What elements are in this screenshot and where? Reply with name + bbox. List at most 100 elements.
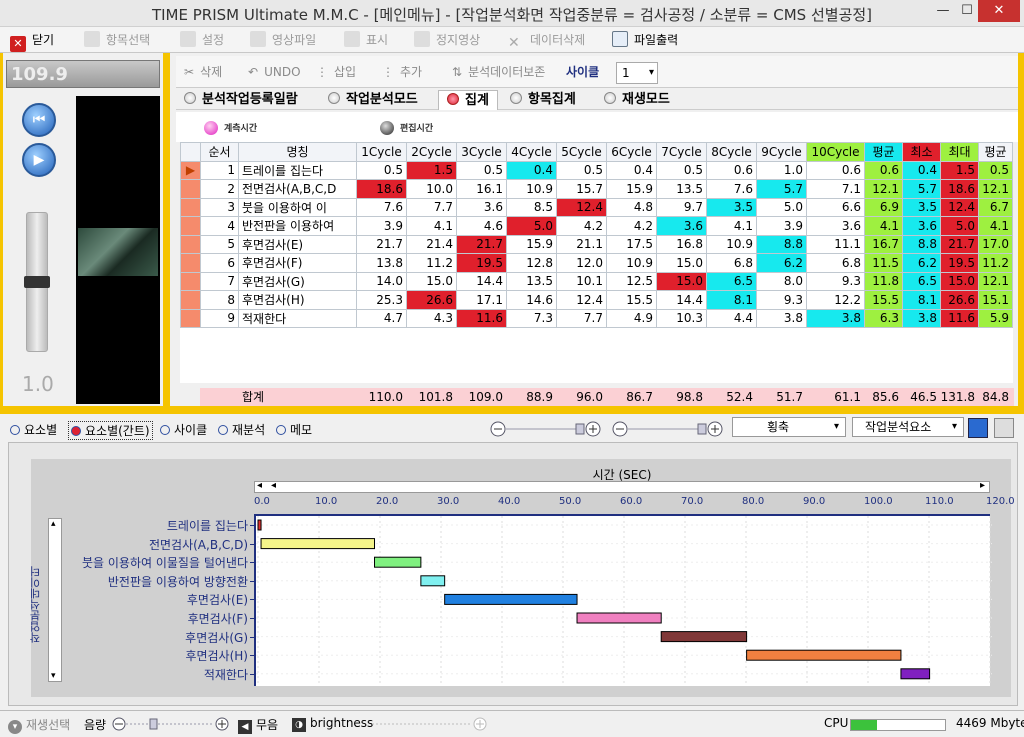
table-cell[interactable]: 8.8 (902, 234, 941, 254)
add-button[interactable]: ⋮ 추가 (382, 62, 422, 82)
table-cell[interactable]: 8.1 (706, 290, 757, 310)
table-cell[interactable]: 6.8 (806, 253, 865, 273)
table-cell[interactable]: 4.3 (406, 308, 457, 328)
table-cell[interactable]: 9.3 (806, 271, 865, 291)
tab-item-summary[interactable]: 항목집계 (510, 90, 576, 110)
table-cell[interactable]: 7.3 (506, 308, 557, 328)
tab-by-element-gantt[interactable]: 요소별(간트) (68, 421, 153, 440)
table-row[interactable]: 5 후면검사(E) 21.7 21.4 21.7 15.9 21.1 17.5 16.8 10.9… (180, 234, 1013, 254)
display-button[interactable]: 표시 (344, 30, 388, 50)
column-header[interactable]: 3Cycle (456, 142, 507, 162)
table-cell[interactable]: 19.5 (456, 253, 507, 273)
table-cell[interactable]: 19.5 (940, 253, 979, 273)
column-header[interactable]: 평균 (978, 142, 1013, 162)
layout-toggle-a[interactable] (968, 418, 988, 438)
table-cell[interactable]: 18.6 (356, 179, 407, 199)
table-cell[interactable]: 25.3 (356, 290, 407, 310)
row-marker[interactable] (180, 253, 201, 273)
table-cell[interactable]: 4.1 (406, 216, 457, 236)
column-header[interactable]: 7Cycle (656, 142, 707, 162)
play-button[interactable]: ▶ (22, 143, 56, 177)
table-cell[interactable]: 15.9 (506, 234, 557, 254)
table-cell[interactable]: 12.1 (978, 179, 1013, 199)
table-cell[interactable]: 7.6 (706, 179, 757, 199)
row-name[interactable]: 후면검사(H) (238, 290, 357, 310)
table-cell[interactable]: 14.0 (356, 271, 407, 291)
table-cell[interactable]: 5.7 (902, 179, 941, 199)
table-cell[interactable]: 3.9 (356, 216, 407, 236)
column-header[interactable]: 평균 (864, 142, 903, 162)
table-cell[interactable]: 11.6 (940, 308, 979, 328)
mute-toggle[interactable]: ◀ 무음 (238, 716, 278, 734)
table-cell[interactable]: 6.8 (706, 253, 757, 273)
tab-analysis-mode[interactable]: 작업분석모드 (328, 90, 418, 110)
column-header[interactable]: 9Cycle (756, 142, 807, 162)
table-row[interactable]: 6 후면검사(F) 13.8 11.2 19.5 12.8 12.0 10.9 15.0 6.8 6… (180, 253, 1013, 273)
zoom-slider-y[interactable] (612, 421, 724, 437)
panel-divider[interactable] (0, 406, 1024, 414)
table-cell[interactable]: 3.6 (456, 197, 507, 217)
table-cell[interactable]: 3.8 (806, 308, 865, 328)
table-cell[interactable]: 3.6 (902, 216, 941, 236)
column-header[interactable]: 명칭 (238, 142, 357, 162)
table-cell[interactable]: 3.6 (656, 216, 707, 236)
table-cell[interactable]: 4.6 (456, 216, 507, 236)
table-cell[interactable]: 0.5 (356, 160, 407, 180)
table-cell[interactable]: 4.8 (606, 197, 657, 217)
table-cell[interactable]: 1.0 (756, 160, 807, 180)
table-cell[interactable]: 11.8 (864, 271, 903, 291)
row-marker[interactable] (180, 308, 201, 328)
table-cell[interactable]: 0.4 (606, 160, 657, 180)
table-cell[interactable]: 9.3 (756, 290, 807, 310)
table-cell[interactable]: 15.0 (656, 253, 707, 273)
close-button[interactable]: ✕ 닫기 (10, 30, 54, 52)
row-marker[interactable] (180, 290, 201, 310)
table-cell[interactable]: 0.6 (806, 160, 865, 180)
table-cell[interactable]: 3.9 (756, 216, 807, 236)
table-cell[interactable]: 10.1 (556, 271, 607, 291)
table-row[interactable]: 7 후면검사(G) 14.0 15.0 14.4 13.5 10.1 12.5 15.0 6.5 8… (180, 271, 1013, 291)
table-cell[interactable]: 16.1 (456, 179, 507, 199)
gantt-bar[interactable] (746, 649, 902, 661)
table-cell[interactable]: 4.1 (864, 216, 903, 236)
table-cell[interactable]: 1.5 (940, 160, 979, 180)
element-dropdown[interactable]: 작업분석요소 ▾ (852, 417, 964, 437)
column-header[interactable]: 4Cycle (506, 142, 557, 162)
table-cell[interactable]: 12.5 (606, 271, 657, 291)
table-cell[interactable]: 21.7 (456, 234, 507, 254)
row-name[interactable]: 후면검사(F) (238, 253, 357, 273)
gantt-bar[interactable] (420, 575, 446, 587)
table-cell[interactable]: 6.2 (756, 253, 807, 273)
row-name[interactable]: 전면검사(A,B,C,D (238, 179, 357, 199)
table-row[interactable]: ▶ 1 트레이를 집는다 0.5 1.5 0.5 0.4 0.5 0.4 0.5 0.6 1.0 0.6… (180, 160, 1013, 180)
table-cell[interactable]: 3.6 (806, 216, 865, 236)
table-row[interactable]: 8 후면검사(H) 25.3 26.6 17.1 14.6 12.4 15.5 14.4 8.1 9… (180, 290, 1013, 310)
tab-summary[interactable]: 집계 (438, 90, 498, 110)
table-cell[interactable]: 9.7 (656, 197, 707, 217)
table-row[interactable]: 3 붓을 이용하여 이 7.6 7.7 3.6 8.5 12.4 4.8 9.7 3.5 5.0 6.… (180, 197, 1013, 217)
delete-button[interactable]: ✂ 삭제 (184, 62, 222, 82)
table-cell[interactable]: 15.0 (406, 271, 457, 291)
gantt-bar[interactable] (576, 612, 662, 624)
table-cell[interactable]: 21.7 (356, 234, 407, 254)
table-row[interactable]: 9 적재한다 4.7 4.3 11.6 7.3 7.7 4.9 10.3 4.4 3.8 3.8 6.3… (180, 308, 1013, 328)
table-cell[interactable]: 17.1 (456, 290, 507, 310)
table-cell[interactable]: 4.4 (706, 308, 757, 328)
tab-cycle[interactable]: 사이클 (160, 421, 207, 438)
table-cell[interactable]: 4.1 (706, 216, 757, 236)
table-cell[interactable]: 5.7 (756, 179, 807, 199)
table-cell[interactable]: 0.5 (456, 160, 507, 180)
gantt-bar[interactable] (444, 593, 578, 605)
table-cell[interactable]: 13.8 (356, 253, 407, 273)
table-cell[interactable]: 0.6 (706, 160, 757, 180)
table-cell[interactable]: 15.7 (556, 179, 607, 199)
tab-memo[interactable]: 메모 (276, 421, 312, 438)
row-name[interactable]: 반전판을 이용하여 (238, 216, 357, 236)
table-cell[interactable]: 4.1 (978, 216, 1013, 236)
tab-by-element[interactable]: 요소별 (10, 421, 57, 438)
brightness-slider[interactable] (370, 717, 490, 734)
row-marker[interactable] (180, 179, 201, 199)
table-cell[interactable]: 16.8 (656, 234, 707, 254)
table-cell[interactable]: 7.1 (806, 179, 865, 199)
table-cell[interactable]: 11.5 (864, 253, 903, 273)
